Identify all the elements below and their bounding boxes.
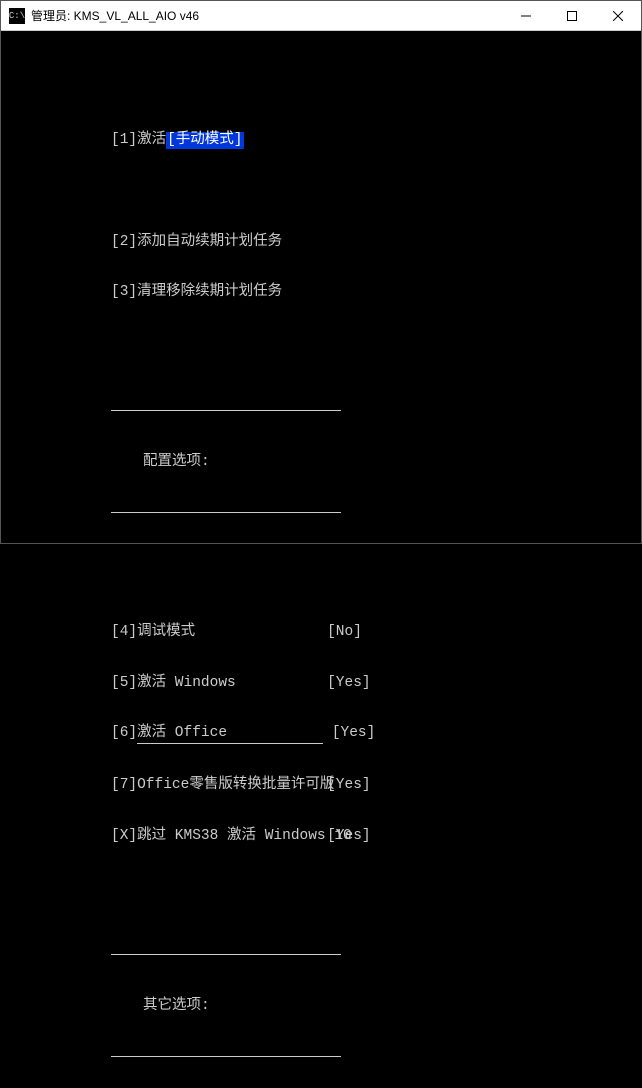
config-item-5[interactable]: [5] 激活 Windows[Yes]: [1, 675, 641, 692]
close-button[interactable]: [595, 1, 641, 30]
cmd-icon: C:\: [9, 8, 25, 24]
divider: [111, 505, 341, 513]
minimize-button[interactable]: [503, 1, 549, 30]
terminal-body: [1] 激活[手动模式] [2] 添加自动续期计划任务 [3] 清理移除续期计划…: [1, 31, 641, 1088]
config-value: [No]: [327, 624, 362, 641]
menu-item-3[interactable]: [3] 清理移除续期计划任务: [1, 284, 641, 301]
maximize-button[interactable]: [549, 1, 595, 30]
window-title: 管理员: KMS_VL_ALL_AIO v46: [31, 7, 503, 24]
config-label: 激活 Windows: [137, 675, 327, 692]
config-value: [Yes]: [327, 828, 371, 845]
titlebar: C:\ 管理员: KMS_VL_ALL_AIO v46: [1, 1, 641, 31]
config-label: Office零售版转换批量许可版: [137, 777, 327, 794]
menu-key: [2]: [111, 234, 137, 251]
menu-mode-highlight: [手动模式]: [166, 132, 243, 149]
menu-item-2[interactable]: [2] 添加自动续期计划任务: [1, 234, 641, 251]
window-controls: [503, 1, 641, 30]
menu-key: [3]: [111, 284, 137, 301]
section-header-config: 配置选项:: [1, 454, 641, 471]
config-value: [Yes]: [332, 725, 376, 743]
config-item-4[interactable]: [4] 调试模式[No]: [1, 624, 641, 641]
divider: [111, 947, 341, 955]
divider: [111, 1049, 341, 1057]
menu-label: 添加自动续期计划任务: [137, 234, 282, 251]
config-value: [Yes]: [327, 777, 371, 794]
menu-item-1[interactable]: [1] 激活[手动模式]: [1, 132, 641, 149]
config-item-7[interactable]: [7] Office零售版转换批量许可版[Yes]: [1, 777, 641, 794]
config-label: 调试模式: [137, 624, 327, 641]
section-header-other: 其它选项:: [1, 998, 641, 1015]
config-label: 跳过 KMS38 激活 Windows 10: [137, 828, 327, 845]
config-label: 激活 Office: [137, 725, 323, 744]
menu-label: 清理移除续期计划任务: [137, 284, 282, 301]
config-item-6[interactable]: [6] 激活 Office [Yes]: [1, 725, 641, 743]
menu-key: [1]: [111, 132, 137, 149]
divider: [111, 403, 341, 411]
menu-label: 激活: [137, 132, 166, 149]
config-item-X[interactable]: [X] 跳过 KMS38 激活 Windows 10[Yes]: [1, 828, 641, 845]
config-value: [Yes]: [327, 675, 371, 692]
